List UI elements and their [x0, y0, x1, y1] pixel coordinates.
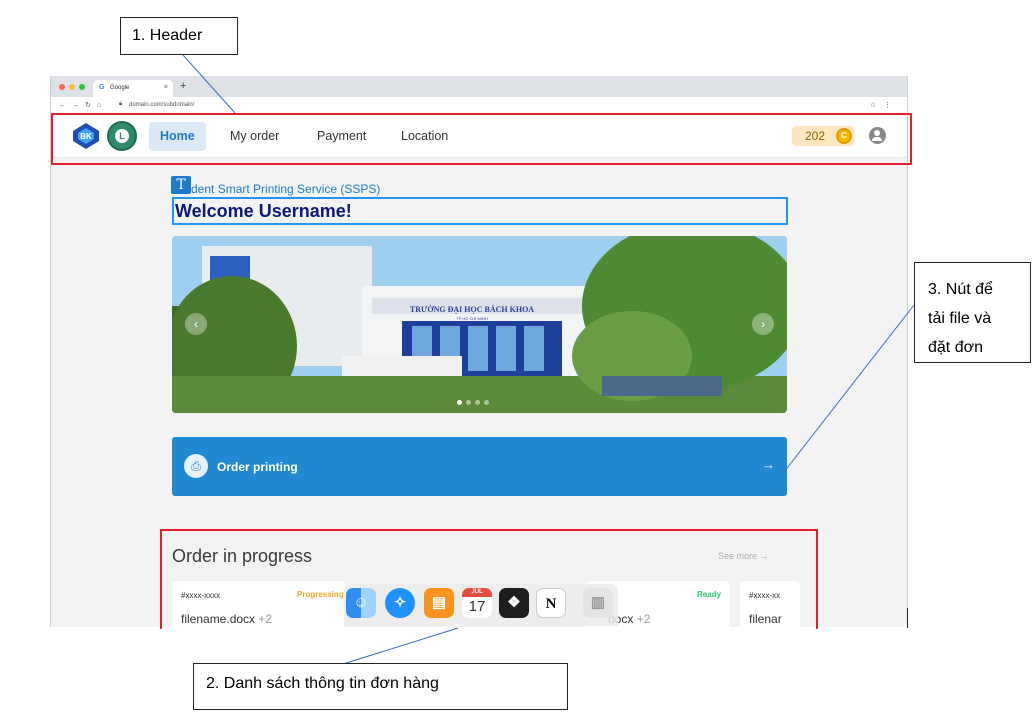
- header-callout: 1. Header: [120, 17, 238, 55]
- order-list-callout: 2. Danh sách thông tin đơn hàng: [193, 663, 568, 710]
- upload-button-callout: 3. Nút để tải file và đặt đơn: [914, 262, 1031, 363]
- callout-lines: [182, 54, 915, 665]
